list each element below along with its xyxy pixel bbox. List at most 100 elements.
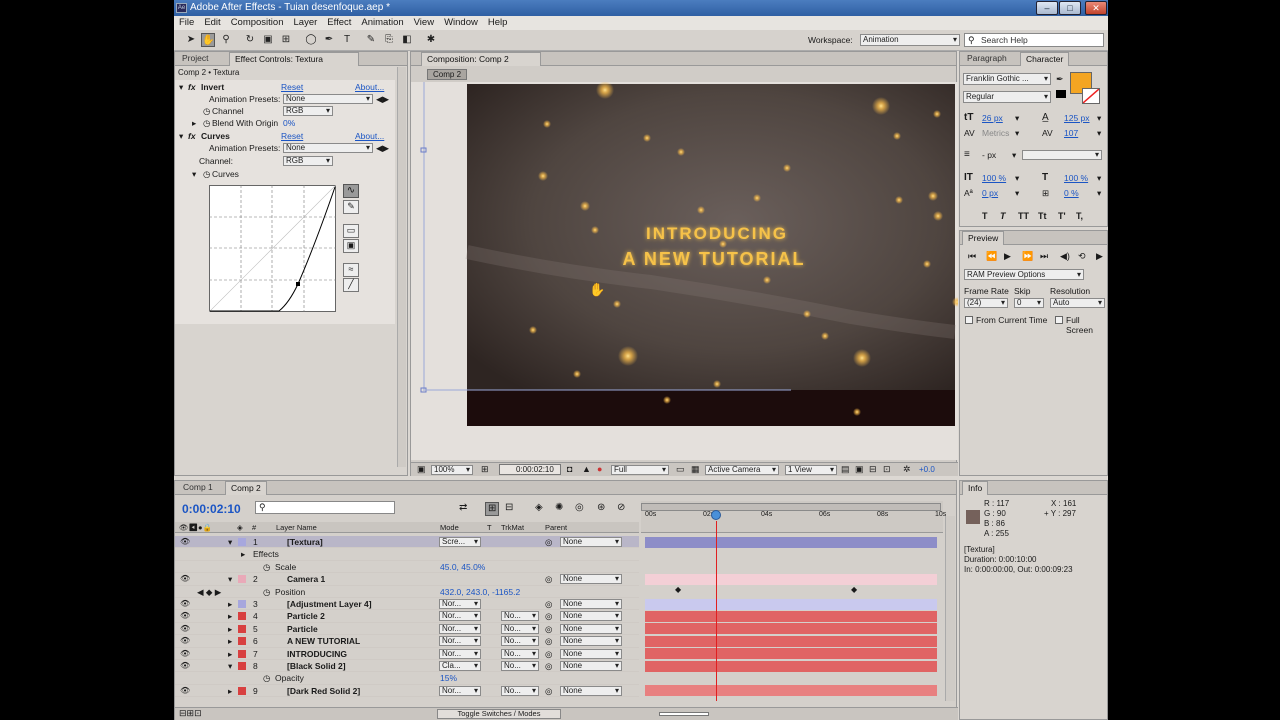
layer-row[interactable]: 👁 ▸ 3 [Adjustment Layer 4] Nor... ◎ None xyxy=(175,598,639,611)
pickwhip-icon[interactable]: ◎ xyxy=(545,660,552,672)
stroke-width-value[interactable]: - px xyxy=(982,149,996,161)
current-time-display[interactable]: 0:00:02:10 xyxy=(182,502,241,516)
parent-select[interactable]: None xyxy=(560,685,622,696)
chevron-down-icon[interactable]: ▾ xyxy=(1015,172,1019,184)
prev-preset-icon[interactable]: ◀▶ xyxy=(376,93,389,105)
pan-behind-tool-icon[interactable]: ⊞ xyxy=(279,33,293,47)
layer-name[interactable]: [Adjustment Layer 4] xyxy=(287,598,372,610)
menu-composition[interactable]: Composition xyxy=(226,16,289,30)
rotate-tool-icon[interactable]: ↻ xyxy=(243,33,257,47)
expand-toggle-icon[interactable]: ▸ xyxy=(228,685,232,697)
tab-info[interactable]: Info xyxy=(962,481,989,495)
playhead-line[interactable] xyxy=(716,521,717,701)
track-matte-select[interactable]: No... xyxy=(501,623,539,634)
leading-value[interactable]: 125 px xyxy=(1064,112,1090,124)
layer-duration-bar[interactable] xyxy=(645,598,937,610)
last-frame-icon[interactable]: ⏭ xyxy=(1040,250,1048,262)
smooth-icon[interactable]: ≈ xyxy=(343,263,359,277)
layer-duration-bar[interactable] xyxy=(645,648,937,660)
blend-mode-select[interactable]: Nor... xyxy=(439,648,481,659)
property-value[interactable]: 45.0, 45.0% xyxy=(440,561,485,573)
baseline-value[interactable]: 0 px xyxy=(982,187,998,199)
chevron-down-icon[interactable]: ▾ xyxy=(1015,127,1019,139)
stopwatch-icon[interactable]: ◷ xyxy=(263,561,270,573)
hide-shy-icon[interactable]: ✺ xyxy=(555,502,563,514)
invert-channel-select[interactable]: RGB xyxy=(283,106,333,116)
comp-subtab[interactable]: Comp 2 xyxy=(427,69,468,80)
pickwhip-icon[interactable]: ◎ xyxy=(545,623,552,635)
channel-icon[interactable]: ● xyxy=(597,464,602,474)
tsume-value[interactable]: 0 % xyxy=(1064,187,1079,199)
safe-zones-icon[interactable]: ⊞ xyxy=(481,464,489,475)
track-matte-select[interactable]: No... xyxy=(501,685,539,696)
menu-view[interactable]: View xyxy=(409,16,439,30)
tab-paragraph[interactable]: Paragraph xyxy=(962,52,1012,66)
stopwatch-icon[interactable]: ◷ xyxy=(203,105,210,117)
blend-mode-select[interactable]: Nor... xyxy=(439,599,481,609)
layer-duration-bar[interactable] xyxy=(645,610,937,622)
time-ruler[interactable]: 00s 02s 04s 06s 08s 10s xyxy=(641,501,946,533)
property-row[interactable]: ◷ Position 432.0, 243.0, -1165.2 ◀ ◆ ▶ xyxy=(175,586,639,598)
zoom-tool-icon[interactable]: ⚲ xyxy=(219,33,233,47)
exposure-value[interactable]: +0.0 xyxy=(919,465,935,474)
curves-reset-link[interactable]: Reset xyxy=(281,130,303,142)
layer-duration-bar[interactable] xyxy=(645,623,937,635)
transparency-grid-icon[interactable]: ▦ xyxy=(691,464,700,475)
visibility-eye-icon[interactable]: 👁 xyxy=(180,573,190,585)
comp-viewer[interactable]: INTRODUCING A NEW TUTORIAL ✋ xyxy=(411,82,958,460)
expand-toggle-icon[interactable]: ▸ xyxy=(228,598,232,610)
layer-name[interactable]: [Dark Red Solid 2] xyxy=(287,685,360,697)
type-tool-icon[interactable]: T xyxy=(340,33,354,47)
layer-duration-bar[interactable] xyxy=(645,660,937,672)
blend-value[interactable]: 0% xyxy=(283,117,295,129)
chevron-down-icon[interactable]: ▾ xyxy=(179,81,183,93)
menu-window[interactable]: Window xyxy=(439,16,483,30)
brainstorm-icon[interactable]: ◎ xyxy=(575,502,584,514)
draft-3d-icon[interactable]: ⊞ xyxy=(485,502,500,516)
blend-mode-select[interactable]: Nor... xyxy=(439,623,481,634)
chevron-down-icon[interactable]: ▾ xyxy=(1015,112,1019,124)
brush-tool-icon[interactable]: ✎ xyxy=(364,33,378,47)
horizontal-scale-value[interactable]: 100 % xyxy=(1064,172,1088,184)
stopwatch-icon[interactable]: ◷ xyxy=(263,586,270,598)
timecode-button[interactable]: 0:00:02:10 xyxy=(499,464,561,475)
always-preview-icon[interactable]: ▣ xyxy=(417,464,426,475)
chevron-down-icon[interactable]: ▾ xyxy=(192,168,196,180)
tab-effect-controls[interactable]: Effect Controls: Textura xyxy=(229,52,359,66)
minimize-button[interactable]: – xyxy=(1036,1,1058,15)
pickwhip-icon[interactable]: ◎ xyxy=(545,610,552,622)
region-interest-icon[interactable]: ▭ xyxy=(676,464,685,475)
menu-layer[interactable]: Layer xyxy=(289,16,323,30)
timeline-scrollbar[interactable] xyxy=(945,516,955,701)
visibility-eye-icon[interactable]: 👁 xyxy=(180,635,190,647)
chevron-down-icon[interactable]: ▾ xyxy=(1097,187,1101,199)
parent-select[interactable]: None xyxy=(560,636,622,647)
graph-editor-icon[interactable]: ⊛ xyxy=(597,502,605,514)
previous-frame-icon[interactable]: ⏪ xyxy=(986,250,997,262)
timeline-icon[interactable]: ⊟ xyxy=(869,464,877,475)
layer-label-swatch[interactable] xyxy=(238,637,246,646)
effect-panel-scrollbar[interactable] xyxy=(397,67,406,467)
toggle-pixel-icon[interactable]: ▤ xyxy=(841,464,850,475)
layer-row[interactable]: 👁 ▸ 7 INTRODUCING Nor... No... ◎ None xyxy=(175,648,639,660)
layer-row[interactable]: 👁 ▸ 6 A NEW TUTORIAL Nor... No... ◎ None xyxy=(175,635,639,648)
superscript-button[interactable]: T' xyxy=(1058,210,1066,222)
preview-resolution-select[interactable]: Auto xyxy=(1050,298,1105,308)
curve-tool-icon[interactable]: ∿ xyxy=(343,184,359,198)
menu-effect[interactable]: Effect xyxy=(322,16,356,30)
maximize-button[interactable]: □ xyxy=(1059,1,1081,15)
eraser-tool-icon[interactable]: ◧ xyxy=(400,33,414,47)
font-family-select[interactable]: Franklin Gothic ... xyxy=(963,73,1051,85)
layer-label-swatch[interactable] xyxy=(238,686,246,695)
fast-previews-icon[interactable]: ▣ xyxy=(855,464,864,475)
camera-select[interactable]: Active Camera xyxy=(705,465,779,475)
puppet-pin-tool-icon[interactable]: ✱ xyxy=(424,33,438,47)
next-frame-icon[interactable]: ⏩ xyxy=(1022,250,1033,262)
play-icon[interactable]: ▶ xyxy=(1004,250,1011,262)
chevron-right-icon[interactable]: ▸ xyxy=(192,117,196,129)
blend-mode-select[interactable]: Nor... xyxy=(439,611,481,622)
next-preset-icon[interactable]: ◀▶ xyxy=(376,142,389,154)
layer-label-swatch[interactable] xyxy=(238,575,246,584)
expand-toggle-icon[interactable]: ▾ xyxy=(228,660,232,672)
chevron-down-icon[interactable]: ▾ xyxy=(1012,149,1016,161)
